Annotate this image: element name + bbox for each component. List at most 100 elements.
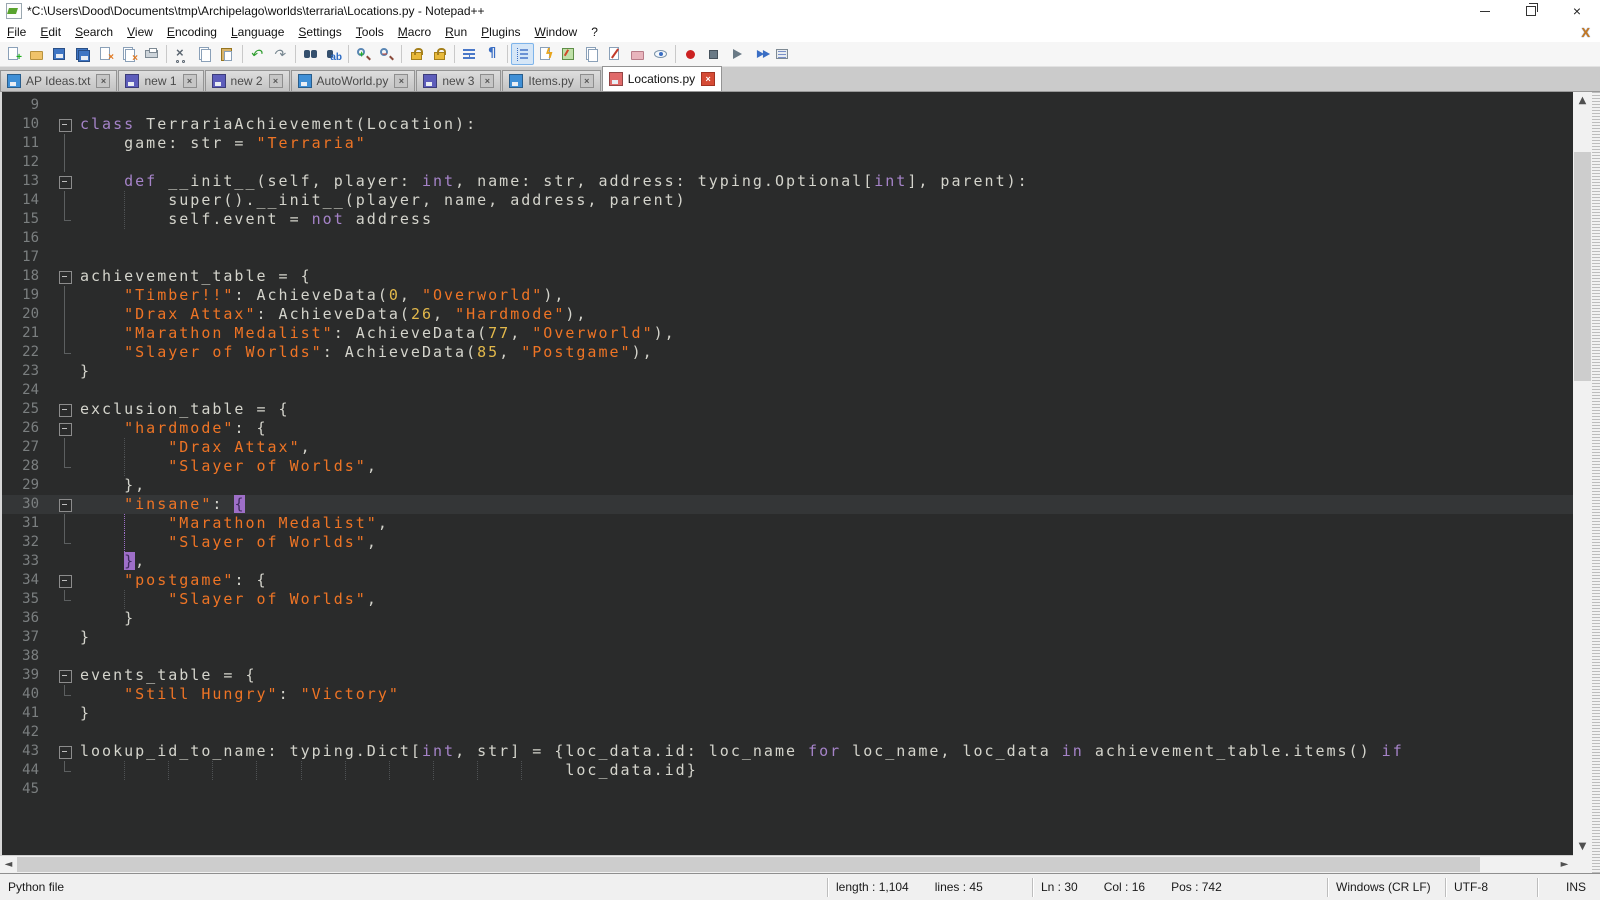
menu-item-file[interactable]: File	[0, 23, 33, 41]
sync-vertical-scroll-button[interactable]	[405, 43, 428, 65]
document-list-button[interactable]	[580, 43, 603, 65]
code-line-45[interactable]: 45	[2, 780, 1573, 799]
code-line-39[interactable]: 39events_table = {	[2, 666, 1573, 685]
tab-autoworld.py[interactable]: AutoWorld.py×	[291, 70, 416, 91]
fold-collapse-icon[interactable]	[59, 119, 72, 132]
folder-as-workspace-button[interactable]	[626, 43, 649, 65]
close-all-button[interactable]: ×	[117, 43, 140, 65]
code-line-24[interactable]: 24	[2, 381, 1573, 400]
redo-button[interactable]: ↷	[269, 43, 292, 65]
fold-collapse-icon[interactable]	[59, 670, 72, 683]
horizontal-scrollbar[interactable]: ◄ ►	[0, 855, 1573, 873]
fold-collapse-icon[interactable]	[59, 176, 72, 189]
copy-button[interactable]	[193, 43, 216, 65]
show-indent-guide-button[interactable]	[511, 43, 534, 65]
menu-item-[interactable]: ?	[584, 23, 605, 41]
code-line-10[interactable]: 10class TerrariaAchievement(Location):	[2, 115, 1573, 134]
fold-margin[interactable]	[48, 115, 78, 134]
vertical-scrollbar-thumb[interactable]	[1574, 152, 1591, 381]
fold-margin[interactable]	[48, 666, 78, 685]
macro-record-button[interactable]	[679, 43, 702, 65]
cut-button[interactable]: ×	[170, 43, 193, 65]
sync-horizontal-scroll-button[interactable]	[428, 43, 451, 65]
code-line-19[interactable]: 19 "Timber!!": AchieveData(0, "Overworld…	[2, 286, 1573, 305]
status-typing-mode[interactable]: INS	[1538, 878, 1600, 897]
find-button[interactable]	[299, 43, 322, 65]
zoom-in-button[interactable]: +	[352, 43, 375, 65]
menu-item-settings[interactable]: Settings	[291, 23, 348, 41]
scroll-down-icon[interactable]: ▼	[1573, 838, 1592, 855]
menu-item-window[interactable]: Window	[528, 23, 585, 41]
code-line-28[interactable]: 28 "Slayer of Worlds",	[2, 457, 1573, 476]
file-monitoring-button[interactable]	[649, 43, 672, 65]
code-line-30[interactable]: 30 "insane": {	[2, 495, 1573, 514]
macro-save-button[interactable]	[771, 43, 794, 65]
save-all-button[interactable]	[71, 43, 94, 65]
fold-margin[interactable]	[48, 400, 78, 419]
menu-item-run[interactable]: Run	[438, 23, 474, 41]
code-line-29[interactable]: 29 },	[2, 476, 1573, 495]
close-document-icon[interactable]: X	[1581, 25, 1590, 40]
zoom-out-button[interactable]: −	[375, 43, 398, 65]
menu-item-language[interactable]: Language	[224, 23, 291, 41]
fold-margin[interactable]	[48, 571, 78, 590]
code-line-34[interactable]: 34 "postgame": {	[2, 571, 1573, 590]
code-line-21[interactable]: 21 "Marathon Medalist": AchieveData(77, …	[2, 324, 1573, 343]
restore-button[interactable]	[1508, 0, 1554, 22]
fold-collapse-icon[interactable]	[59, 746, 72, 759]
code-line-11[interactable]: 11 game: str = "Terraria"	[2, 134, 1573, 153]
tab-locations.py[interactable]: Locations.py×	[602, 66, 722, 91]
close-button[interactable]: ×	[1554, 0, 1600, 22]
tab-close-icon[interactable]: ×	[480, 74, 494, 88]
code-line-33[interactable]: 33 },	[2, 552, 1573, 571]
macro-play-button[interactable]	[725, 43, 748, 65]
code-line-36[interactable]: 36 }	[2, 609, 1573, 628]
code-line-43[interactable]: 43lookup_id_to_name: typing.Dict[int, st…	[2, 742, 1573, 761]
tab-items.py[interactable]: Items.py×	[502, 70, 600, 91]
tab-close-icon[interactable]: ×	[701, 72, 715, 86]
status-encoding[interactable]: UTF-8	[1446, 878, 1538, 897]
new-file-button[interactable]: +	[2, 43, 25, 65]
menu-item-tools[interactable]: Tools	[349, 23, 391, 41]
replace-button[interactable]: ab	[322, 43, 345, 65]
menu-item-plugins[interactable]: Plugins	[474, 23, 527, 41]
code-line-16[interactable]: 16	[2, 229, 1573, 248]
code-line-35[interactable]: 35 "Slayer of Worlds",	[2, 590, 1573, 609]
code-line-14[interactable]: 14 super().__init__(player, name, addres…	[2, 191, 1573, 210]
function-list-button[interactable]: ϟ	[534, 43, 557, 65]
code-line-41[interactable]: 41}	[2, 704, 1573, 723]
tab-close-icon[interactable]: ×	[580, 74, 594, 88]
tab-ap-ideas.txt[interactable]: AP Ideas.txt×	[0, 70, 117, 91]
code-line-15[interactable]: 15 self.event = not address	[2, 210, 1573, 229]
code-line-20[interactable]: 20 "Drax Attax": AchieveData(26, "Hardmo…	[2, 305, 1573, 324]
save-button[interactable]	[48, 43, 71, 65]
tab-close-icon[interactable]: ×	[394, 74, 408, 88]
menu-item-search[interactable]: Search	[68, 23, 120, 41]
code-line-17[interactable]: 17	[2, 248, 1573, 267]
tab-close-icon[interactable]: ×	[269, 74, 283, 88]
fold-margin[interactable]	[48, 267, 78, 286]
code-line-37[interactable]: 37}	[2, 628, 1573, 647]
fold-margin[interactable]	[48, 742, 78, 761]
code-editor[interactable]: 910class TerrariaAchievement(Location):1…	[0, 92, 1573, 855]
print-button[interactable]	[140, 43, 163, 65]
fold-collapse-icon[interactable]	[59, 404, 72, 417]
edit-popup-button[interactable]	[603, 43, 626, 65]
fold-margin[interactable]	[48, 172, 78, 191]
open-file-button[interactable]	[25, 43, 48, 65]
scroll-left-icon[interactable]: ◄	[0, 856, 17, 873]
undo-button[interactable]: ↶	[246, 43, 269, 65]
tab-close-icon[interactable]: ×	[96, 74, 110, 88]
code-line-26[interactable]: 26 "hardmode": {	[2, 419, 1573, 438]
fold-margin[interactable]	[48, 495, 78, 514]
menu-item-edit[interactable]: Edit	[33, 23, 68, 41]
fold-margin[interactable]	[48, 419, 78, 438]
fold-collapse-icon[interactable]	[59, 271, 72, 284]
close-button[interactable]: ×	[94, 43, 117, 65]
code-line-38[interactable]: 38	[2, 647, 1573, 666]
code-line-27[interactable]: 27 "Drax Attax",	[2, 438, 1573, 457]
vertical-scrollbar[interactable]: ▲ ▼	[1573, 92, 1592, 855]
tab-new-1[interactable]: new 1×	[118, 70, 203, 91]
code-line-12[interactable]: 12	[2, 153, 1573, 172]
fold-collapse-icon[interactable]	[59, 575, 72, 588]
